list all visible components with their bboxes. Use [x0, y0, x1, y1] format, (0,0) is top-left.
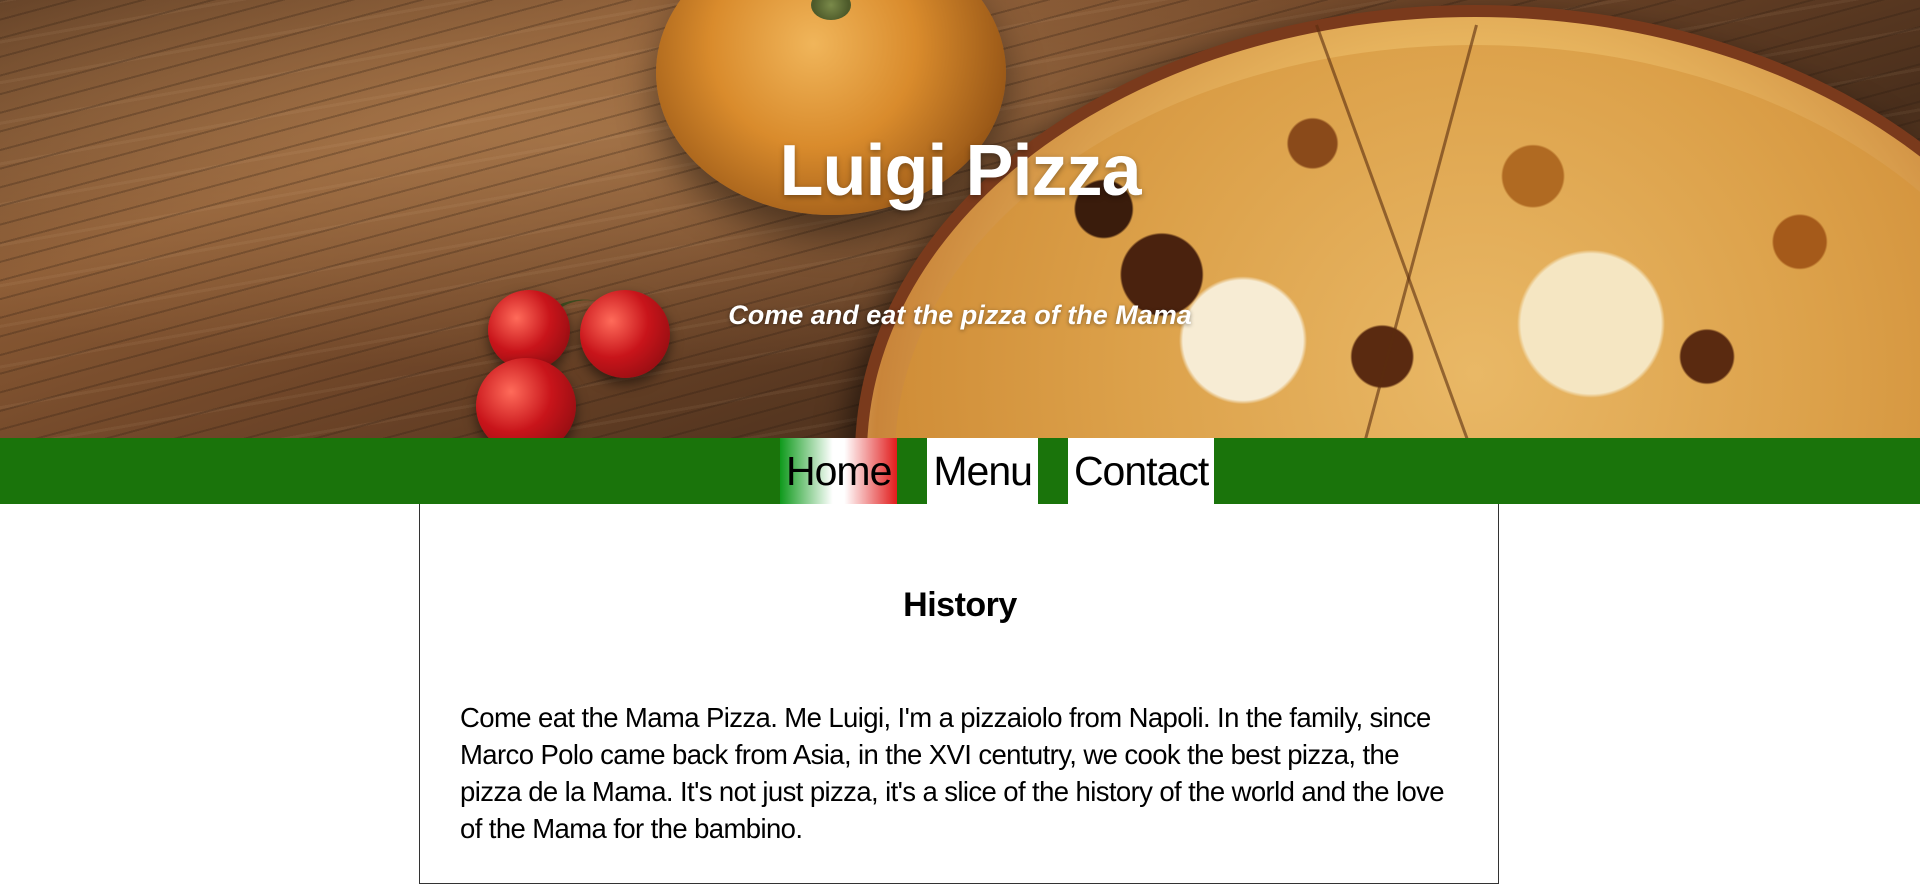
tomato-stem	[811, 0, 851, 20]
nav-list: Home Menu Contact	[780, 438, 1215, 504]
history-heading: History	[903, 586, 1017, 624]
main-navigation: Home Menu Contact	[0, 438, 1920, 504]
site-tagline: Come and eat the pizza of the Mama	[728, 300, 1192, 330]
nav-item-home[interactable]: Home	[780, 438, 898, 504]
nav-item-contact[interactable]: Contact	[1067, 438, 1215, 504]
main-content: History Come eat the Mama Pizza. Me Luig…	[419, 504, 1499, 884]
history-paragraph: Come eat the Mama Pizza. Me Luigi, I'm a…	[460, 702, 1445, 844]
site-title: Luigi Pizza	[779, 131, 1141, 211]
nav-item-menu[interactable]: Menu	[927, 438, 1038, 504]
hero-banner: Luigi Pizza Come and eat the pizza of th…	[0, 0, 1920, 438]
